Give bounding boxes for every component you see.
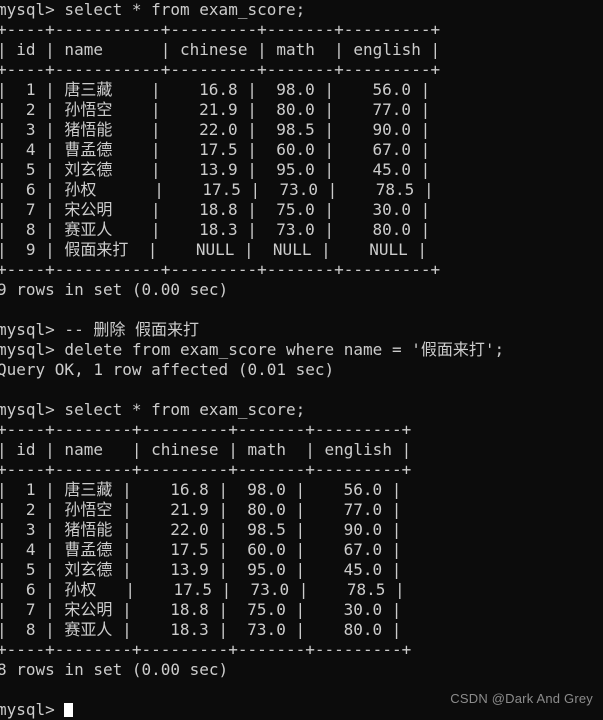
terminal-line-t1-row-7: | 7 | 宋公明 | 18.8 | 75.0 | 30.0 | — [0, 200, 431, 219]
terminal-line-t2-row-3: | 3 | 猪悟能 | 22.0 | 98.5 | 90.0 | — [0, 520, 402, 539]
terminal-line-cmd-select-2: mysql> select * from exam_score; — [0, 400, 306, 419]
terminal-line-t2-header: | id | name | chinese | math | english | — [0, 440, 412, 459]
terminal-line-t1-row-1: | 1 | 唐三藏 | 16.8 | 98.0 | 56.0 | — [0, 80, 431, 99]
terminal-line-t1-border-mid: +----+-----------+---------+-------+----… — [0, 60, 441, 79]
terminal-line-t1-border-top: +----+-----------+---------+-------+----… — [0, 20, 441, 39]
watermark-label: CSDN @Dark And Grey — [450, 691, 593, 706]
terminal-line-t2-row-5: | 5 | 刘玄德 | 13.9 | 95.0 | 45.0 | — [0, 560, 402, 579]
terminal-line-t2-row-4: | 4 | 曹孟德 | 17.5 | 60.0 | 67.0 | — [0, 540, 402, 559]
terminal-line-t1-rowcount: 9 rows in set (0.00 sec) — [0, 280, 229, 299]
terminal-line-t1-row-3: | 3 | 猪悟能 | 22.0 | 98.5 | 90.0 | — [0, 120, 431, 139]
terminal-line-t1-row-5: | 5 | 刘玄德 | 13.9 | 95.0 | 45.0 | — [0, 160, 431, 179]
terminal-line-t2-border-bot: +----+--------+---------+-------+-------… — [0, 640, 412, 659]
terminal-line-t2-row-2: | 2 | 孙悟空 | 21.9 | 80.0 | 77.0 | — [0, 500, 402, 519]
terminal-line-cmd-delete: mysql> delete from exam_score where name… — [0, 340, 505, 359]
prompt-label: mysql> — [0, 700, 55, 719]
terminal-line-t2-row-6: | 6 | 孙权 | 17.5 | 73.0 | 78.5 | — [0, 580, 405, 599]
terminal-line-t1-border-bot: +----+-----------+---------+-------+----… — [0, 260, 441, 279]
terminal-line-cmd-select-1: mysql> select * from exam_score; — [0, 0, 306, 19]
terminal-line-delete-result: Query OK, 1 row affected (0.01 sec) — [0, 360, 335, 379]
terminal-line-t2-row-1: | 1 | 唐三藏 | 16.8 | 98.0 | 56.0 | — [0, 480, 402, 499]
terminal-line-t2-border-top: +----+--------+---------+-------+-------… — [0, 420, 412, 439]
terminal-line-t2-border-mid: +----+--------+---------+-------+-------… — [0, 460, 412, 479]
terminal-output[interactable]: mysql> select * from exam_score; +----+--… — [0, 0, 603, 720]
terminal-line-t1-header: | id | name | chinese | math | english | — [0, 40, 441, 59]
terminal-line-blank-2 — [0, 380, 603, 400]
terminal-line-t2-row-7: | 7 | 宋公明 | 18.8 | 75.0 | 30.0 | — [0, 600, 402, 619]
text-cursor — [63, 703, 73, 717]
terminal-line-cmd-comment: mysql> -- 删除 假面来打 — [0, 320, 199, 339]
terminal-line-t1-row-8: | 8 | 赛亚人 | 18.3 | 73.0 | 80.0 | — [0, 220, 431, 239]
terminal-line-blank-1 — [0, 300, 603, 320]
terminal-line-t1-row-6: | 6 | 孙权 | 17.5 | 73.0 | 78.5 | — [0, 180, 434, 199]
terminal-line-t1-row-2: | 2 | 孙悟空 | 21.9 | 80.0 | 77.0 | — [0, 100, 431, 119]
terminal-line-t2-row-8: | 8 | 赛亚人 | 18.3 | 73.0 | 80.0 | — [0, 620, 402, 639]
terminal-line-t1-row-4: | 4 | 曹孟德 | 17.5 | 60.0 | 67.0 | — [0, 140, 431, 159]
terminal-line-t2-rowcount: 8 rows in set (0.00 sec) — [0, 660, 229, 679]
terminal-line-t1-row-9: | 9 | 假面来打 | NULL | NULL | NULL | — [0, 240, 428, 259]
